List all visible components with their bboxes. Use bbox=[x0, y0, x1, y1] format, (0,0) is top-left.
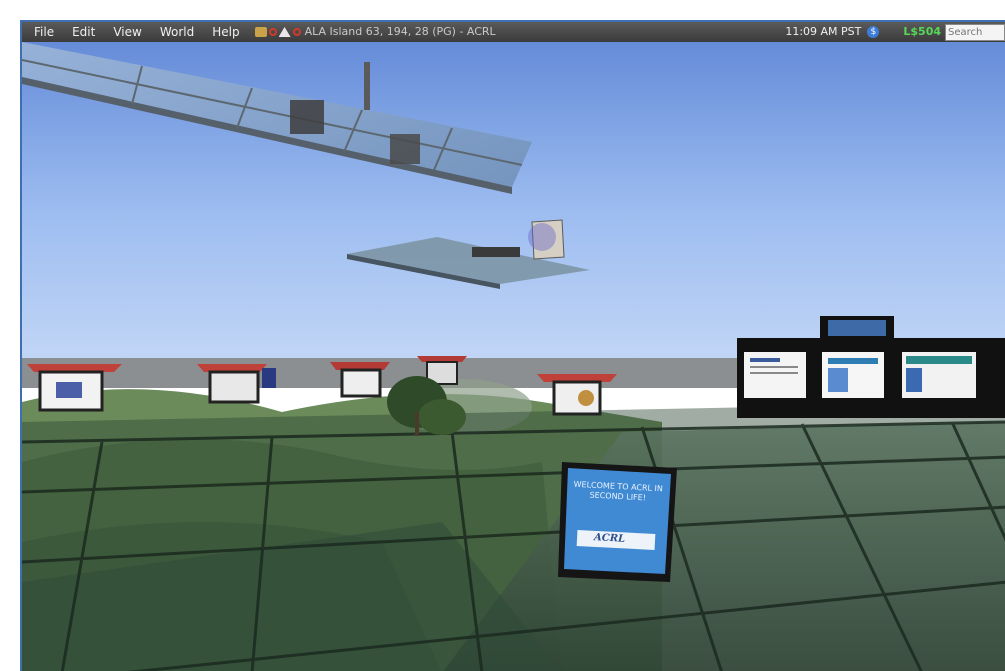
acrl-logo: ACRL bbox=[593, 532, 626, 545]
glass-floor bbox=[22, 402, 1005, 671]
land-icon[interactable] bbox=[254, 27, 267, 37]
no-script-icon[interactable] bbox=[292, 28, 301, 36]
viewer-window: WELCOME TO ACRL IN SECOND LIFE! ACRL Fil… bbox=[20, 20, 1005, 671]
search-input[interactable] bbox=[945, 23, 1005, 41]
world-view[interactable] bbox=[22, 22, 1005, 671]
no-build-icon[interactable] bbox=[278, 27, 291, 37]
clock: 11:09 AM PST bbox=[785, 25, 862, 38]
no-fly-icon[interactable] bbox=[268, 28, 277, 36]
menu-help[interactable]: Help bbox=[203, 22, 248, 42]
menu-edit[interactable]: Edit bbox=[63, 22, 104, 42]
parcel-icons bbox=[254, 27, 301, 37]
balance[interactable]: L$504 bbox=[903, 22, 941, 42]
location-label[interactable]: ALA Island 63, 194, 28 (PG) - ACRL bbox=[305, 22, 496, 42]
menu-bar: File Edit View World Help ALA Island 63,… bbox=[22, 22, 1005, 42]
menu-world[interactable]: World bbox=[151, 22, 203, 42]
linden-dollar-icon[interactable]: $ bbox=[867, 26, 880, 38]
menu-file[interactable]: File bbox=[22, 22, 63, 42]
menu-view[interactable]: View bbox=[104, 22, 150, 42]
